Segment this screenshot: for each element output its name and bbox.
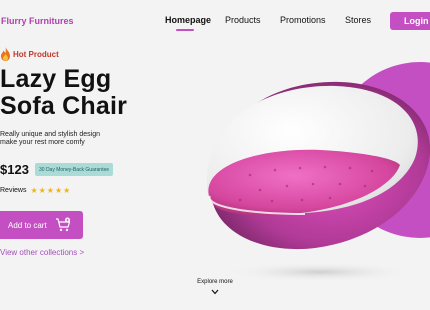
fire-icon [1, 47, 10, 61]
cart-icon [56, 217, 71, 232]
chevron-down-icon[interactable] [211, 289, 219, 295]
star-icon: ★ [54, 186, 63, 195]
guarantee-badge: 30 Day Money-Back Guarantee [35, 163, 114, 176]
reviews-row: Reviews ★ ★ ★ ★ ★ [0, 186, 71, 195]
nav-active-indicator [176, 29, 194, 31]
hot-product-badge: Hot Product [0, 47, 59, 61]
product-title: Lazy Egg Sofa Chair [0, 66, 127, 120]
product-description-line1: Really unique and stylish design [0, 131, 101, 138]
hot-product-label: Hot Product [13, 49, 59, 59]
brand-logo[interactable]: Flurry Furnitures [1, 16, 74, 26]
top-navigation: Flurry Furnitures Homepage Products Prom… [0, 0, 430, 40]
product-title-line1: Lazy Egg [0, 65, 112, 93]
reviews-label: Reviews [0, 187, 27, 194]
star-icon: ★ [63, 186, 71, 195]
star-icon: ★ [38, 186, 46, 195]
nav-promotions[interactable]: Promotions [280, 15, 326, 25]
egg-chair-image [206, 62, 430, 282]
add-to-cart-label: Add to cart [8, 220, 47, 230]
star-icon: ★ [30, 186, 38, 195]
product-price: $123 [0, 162, 29, 177]
product-title-line2: Sofa Chair [0, 92, 128, 120]
nav-stores[interactable]: Stores [345, 15, 371, 25]
star-icon: ★ [46, 186, 54, 195]
login-button[interactable]: Login [390, 12, 430, 30]
product-description: Really unique and stylish design make yo… [0, 131, 140, 147]
nav-products[interactable]: Products [225, 15, 261, 25]
nav-homepage[interactable]: Homepage [165, 15, 211, 25]
product-description-line2: make your rest more comfy [0, 139, 85, 146]
add-to-cart-button[interactable]: Add to cart [0, 211, 83, 239]
floor-shadow [225, 262, 415, 282]
view-collections-link[interactable]: View other collections > [0, 248, 84, 257]
explore-more-link[interactable]: Explore more [193, 279, 237, 285]
